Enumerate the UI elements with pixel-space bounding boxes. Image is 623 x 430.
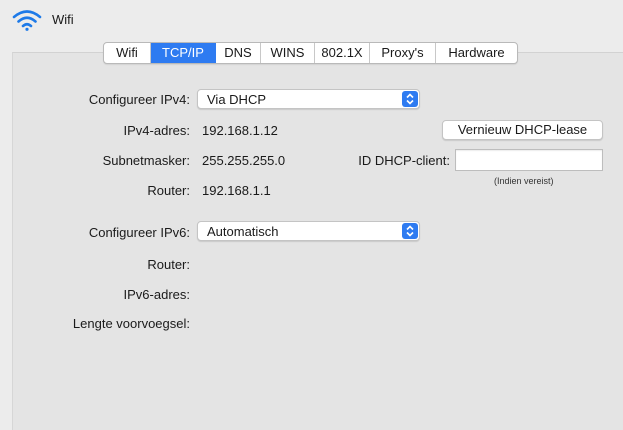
ipv6-router-label: Router: xyxy=(147,257,190,272)
wifi-icon xyxy=(12,10,42,31)
subnet-mask-label: Subnetmasker: xyxy=(102,153,190,168)
tab-dns[interactable]: DNS xyxy=(216,43,261,63)
ipv4-router-value: 192.168.1.1 xyxy=(202,183,271,198)
dhcp-client-id-hint: (Indien vereist) xyxy=(494,176,554,186)
dhcp-client-id-label: ID DHCP-client: xyxy=(358,153,450,168)
tab-bar: Wifi TCP/IP DNS WINS 802.1X Proxy's Hard… xyxy=(103,42,518,64)
ipv4-address-value: 192.168.1.12 xyxy=(202,123,278,138)
subnet-mask-value: 255.255.255.0 xyxy=(202,153,286,168)
configure-ipv4-value: Via DHCP xyxy=(207,92,267,107)
tab-proxys[interactable]: Proxy's xyxy=(370,43,436,63)
updown-chevron-icon xyxy=(402,91,418,107)
prefix-length-label: Lengte voorvoegsel: xyxy=(72,316,190,331)
configure-ipv6-value: Automatisch xyxy=(207,224,279,239)
configure-ipv6-label: Configureer IPv6: xyxy=(88,225,190,240)
dhcp-client-id-field[interactable] xyxy=(455,149,603,171)
window-header: Wifi xyxy=(0,0,623,42)
ipv4-router-label: Router: xyxy=(147,183,190,198)
tab-wifi[interactable]: Wifi xyxy=(104,43,151,63)
updown-chevron-icon xyxy=(402,223,418,239)
tab-wins[interactable]: WINS xyxy=(261,43,315,63)
ipv6-address-label: IPv6-adres: xyxy=(123,287,190,302)
configure-ipv6-select[interactable]: Automatisch xyxy=(197,221,420,241)
ipv4-address-label: IPv4-adres: xyxy=(123,123,190,138)
header-title: Wifi xyxy=(52,12,74,27)
renew-dhcp-lease-button[interactable]: Vernieuw DHCP-lease xyxy=(442,120,603,140)
tab-802-1x[interactable]: 802.1X xyxy=(315,43,370,63)
configure-ipv4-select[interactable]: Via DHCP xyxy=(197,89,420,109)
tab-tcp-ip[interactable]: TCP/IP xyxy=(151,43,216,63)
tab-hardware[interactable]: Hardware xyxy=(436,43,517,63)
configure-ipv4-label: Configureer IPv4: xyxy=(88,92,190,107)
